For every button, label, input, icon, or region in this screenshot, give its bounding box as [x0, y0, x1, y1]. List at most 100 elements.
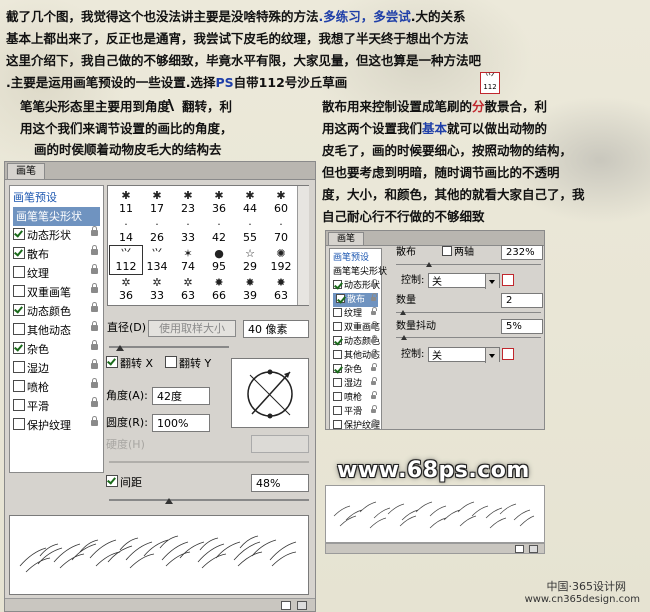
checkbox-icon[interactable]	[13, 418, 25, 430]
p2-item-9[interactable]: 湿边	[333, 377, 378, 391]
brush-tip-cell[interactable]: ✱ 17	[141, 188, 173, 216]
checkbox-icon[interactable]	[333, 392, 342, 401]
p1-item-9[interactable]: 湿边	[13, 359, 100, 378]
p1-item-5[interactable]: 双重画笔	[13, 283, 100, 302]
lock-icon[interactable]	[371, 349, 377, 357]
p1-item-presets[interactable]: 画笔预设	[13, 188, 100, 207]
brush-tip-cell[interactable]: ✶ 74	[172, 246, 204, 274]
checkbox-icon[interactable]	[333, 350, 342, 359]
brush-tip-cell[interactable]: ✺ 192	[265, 246, 297, 274]
count-input[interactable]: 2	[501, 293, 543, 308]
tab-brushes[interactable]: 画笔	[7, 163, 45, 179]
checkbox-icon[interactable]	[13, 323, 25, 335]
checkbox-icon[interactable]	[13, 304, 25, 316]
checkbox-icon[interactable]	[333, 364, 342, 373]
spacing-slider-track[interactable]	[109, 499, 309, 501]
scatter-slider-track[interactable]	[396, 264, 541, 265]
lock-icon[interactable]	[91, 378, 98, 388]
lock-icon[interactable]	[91, 283, 98, 293]
lock-icon[interactable]	[91, 397, 98, 407]
lock-icon[interactable]	[91, 340, 98, 350]
lock-icon[interactable]	[371, 377, 377, 385]
lock-icon[interactable]	[371, 293, 377, 301]
brush-tip-cell[interactable]: · 55	[234, 217, 266, 245]
lock-icon[interactable]	[371, 391, 377, 399]
scatter-input[interactable]: 232%	[501, 245, 543, 260]
brush-tip-cell[interactable]: ✱ 11	[110, 188, 142, 216]
checkbox-icon[interactable]	[13, 361, 25, 373]
brush-tip-cell[interactable]: ✸ 39	[234, 275, 266, 303]
brush-tip-cell[interactable]: · 42	[203, 217, 235, 245]
angle-input[interactable]: 42度	[152, 387, 210, 405]
checkbox-icon[interactable]	[333, 420, 342, 429]
flip-x-checkbox[interactable]: 翻转 X	[106, 356, 153, 372]
checkbox-icon[interactable]	[333, 308, 342, 317]
p1-item-10[interactable]: 喷枪	[13, 378, 100, 397]
brush-tip-cell[interactable]: ✸ 66	[203, 275, 235, 303]
delete-brush-icon[interactable]	[297, 601, 307, 610]
flip-y-checkbox[interactable]: 翻转 Y	[165, 356, 211, 372]
p1-item-2[interactable]: 动态形状	[13, 226, 100, 245]
p2-item-10[interactable]: 喷枪	[333, 391, 378, 405]
lock-icon[interactable]	[371, 279, 377, 287]
brush-tip-cell[interactable]: ✱ 23	[172, 188, 204, 216]
checkbox-icon[interactable]	[13, 380, 25, 392]
brush-tip-cell[interactable]: ● 95	[203, 246, 235, 274]
brush-tip-cell[interactable]: · 33	[172, 217, 204, 245]
p2-item-8[interactable]: 杂色	[333, 363, 378, 377]
lock-icon[interactable]	[371, 307, 377, 315]
diameter-slider-track[interactable]	[109, 346, 229, 348]
new-brush-icon[interactable]	[281, 601, 291, 610]
p1-item-12[interactable]: 保护纹理	[13, 416, 100, 435]
checkbox-icon[interactable]	[333, 378, 342, 387]
angle-roundness-preview[interactable]	[231, 358, 309, 428]
p2-item-6[interactable]: 动态颜色	[333, 335, 380, 349]
brush-tip-cell[interactable]: ✲ 33	[141, 275, 173, 303]
lock-icon[interactable]	[371, 335, 377, 343]
lock-icon[interactable]	[371, 363, 377, 371]
control2-select[interactable]: 关	[428, 347, 500, 363]
brush-tip-cell[interactable]: ⺍ 112	[109, 245, 143, 275]
checkbox-icon[interactable]	[13, 399, 25, 411]
spacing-slider-thumb[interactable]	[165, 498, 173, 504]
checkbox-icon[interactable]	[333, 280, 342, 289]
brush-tip-cell[interactable]: ✱ 60	[265, 188, 297, 216]
both-axes-checkbox[interactable]: 两轴	[442, 245, 474, 261]
checkbox-icon[interactable]	[13, 285, 25, 297]
p2-item-3[interactable]: 散布	[333, 293, 378, 307]
brush-tip-cell[interactable]: · 14	[110, 217, 142, 245]
delete-brush-icon-2[interactable]	[529, 545, 538, 553]
p2-item-4[interactable]: 纹理	[333, 307, 378, 321]
brush-tip-cell[interactable]: · 26	[141, 217, 173, 245]
p2-item-11[interactable]: 平滑	[333, 405, 378, 419]
count-slider-thumb[interactable]	[400, 310, 406, 315]
spacing-checkbox[interactable]: 间距	[106, 475, 142, 491]
lock-icon[interactable]	[91, 416, 98, 426]
p2-item-7[interactable]: 其他动态	[333, 349, 380, 363]
brush-tip-cell[interactable]: ⺍ 134	[141, 246, 173, 274]
scatter-slider-thumb[interactable]	[426, 262, 432, 267]
grid-scrollbar[interactable]	[297, 186, 309, 305]
checkbox-icon[interactable]	[333, 336, 342, 345]
count-jitter-slider-track[interactable]	[396, 337, 541, 338]
lock-icon[interactable]	[371, 405, 377, 413]
count-jitter-input[interactable]: 5%	[501, 319, 543, 334]
brush-tip-cell[interactable]: ✲ 63	[172, 275, 204, 303]
p1-item-3[interactable]: 散布	[13, 245, 100, 264]
lock-icon[interactable]	[371, 321, 377, 329]
p2-item-12[interactable]: 保护纹理	[333, 419, 380, 433]
p1-item-1[interactable]: 画笔笔尖形状	[13, 207, 100, 226]
p1-item-11[interactable]: 平滑	[13, 397, 100, 416]
lock-icon[interactable]	[91, 245, 98, 255]
p1-item-7[interactable]: 其他动态	[13, 321, 100, 340]
count-slider-track[interactable]	[396, 312, 541, 313]
diameter-input[interactable]: 40 像素	[243, 320, 309, 338]
lock-icon[interactable]	[91, 321, 98, 331]
brush-tip-cell[interactable]: ✱ 44	[234, 188, 266, 216]
brush-tip-cell[interactable]: · 70	[265, 217, 297, 245]
checkbox-icon[interactable]	[13, 247, 25, 259]
p1-item-8[interactable]: 杂色	[13, 340, 100, 359]
count-jitter-slider-thumb[interactable]	[401, 335, 407, 340]
checkbox-icon[interactable]	[13, 266, 25, 278]
spacing-input[interactable]: 48%	[251, 474, 309, 492]
